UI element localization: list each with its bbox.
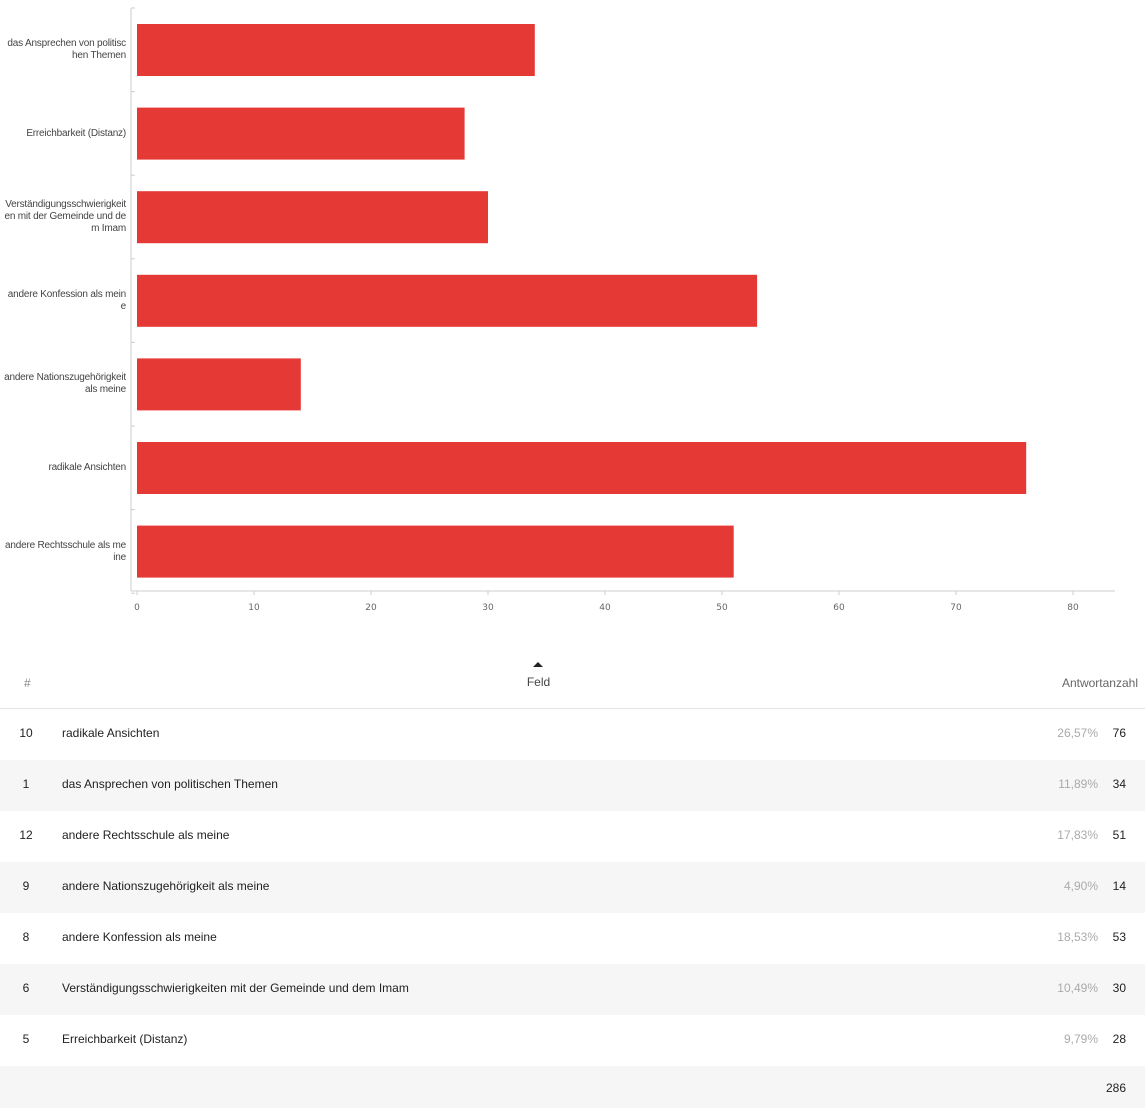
bar-5[interactable] [137,442,1027,494]
total-count: 286 [1105,1081,1126,1095]
category-label: radikale Ansichten [48,462,126,473]
row-count: 34 [1112,777,1126,791]
bar-2[interactable] [137,191,488,244]
row-id: 8 [22,930,30,944]
row-field: das Ansprechen von politischen Themen [62,777,278,791]
results-table: # Feld Antwortanzahl 10 radikale Ansichte… [0,655,1145,1108]
category-label: andere Rechtsschule als meine [5,539,126,563]
table-row: 6 Verständigungsschwierigkeiten mit der G… [0,964,1145,1015]
row-percent: 4,90% [1063,879,1098,893]
total-row: 286 [0,1066,1145,1108]
x-tick-label: 20 [365,603,377,613]
row-field: andere Konfession als meine [62,930,217,944]
bar-1[interactable] [137,107,465,160]
row-percent: 18,53% [1057,930,1098,944]
bar-chart: 0 10 20 30 40 50 60 70 80 das Ansprechen von pol… [0,0,1145,630]
row-id: 10 [19,726,33,740]
table-row: 5 Erreichbarkeit (Distanz) 9,79% 28 [0,1015,1145,1066]
bar-6[interactable] [137,525,734,578]
x-tick-label: 10 [248,603,260,613]
table-row: 12 andere Rechtsschule als meine 17,83% 51 [0,811,1145,862]
x-tick-label: 40 [599,603,611,613]
table-row: 8 andere Konfession als meine 18,53% 53 [0,913,1145,964]
table-row: 9 andere Nationszugehörigkeit als meine 4,… [0,862,1145,913]
bar-4[interactable] [137,358,301,411]
row-percent: 11,89% [1058,777,1098,791]
row-field: Erreichbarkeit (Distanz) [62,1032,188,1046]
category-label: andere Nationszugehörigkeit als meine [4,372,126,396]
row-count: 30 [1112,981,1126,995]
row-id: 1 [22,777,30,791]
table-row: 1 das Ansprechen von politischen Themen 11… [0,760,1145,811]
row-count: 28 [1112,1032,1126,1046]
category-label: Erreichbarkeit (Distanz) [26,127,126,139]
row-percent: 17,83% [1057,828,1098,842]
row-field: andere Rechtsschule als meine [62,828,230,842]
row-percent: 9,79% [1063,1032,1098,1046]
bar-3[interactable] [137,274,758,327]
row-count: 14 [1112,879,1126,893]
row-field: andere Nationszugehörigkeit als meine [62,879,270,893]
category-label: das Ansprechen von politischen Themen [7,38,126,61]
category-label: Verständigungsschwierigkeiten mit der Ge… [4,199,126,235]
header-field[interactable]: Feld [0,675,1077,689]
row-id: 9 [22,879,30,893]
x-tick-label: 60 [833,603,845,613]
row-id: 12 [19,828,33,842]
row-count: 53 [1112,930,1126,944]
row-id: 6 [22,981,30,995]
x-tick-label: 80 [1067,603,1079,613]
row-count: 51 [1112,828,1126,842]
x-tick-label: 50 [716,603,728,613]
row-field: radikale Ansichten [62,726,160,740]
x-tick-label: 70 [950,603,962,613]
x-tick-label: 30 [482,603,494,613]
row-percent: 26,57% [1057,726,1098,740]
bar-chart-svg: 0 10 20 30 40 50 60 70 80 [130,7,1115,613]
category-label: andere Konfession als meine [7,288,126,312]
table-row: 10 radikale Ansichten 26,57% 76 [0,709,1145,760]
row-count: 76 [1112,726,1126,740]
row-percent: 10,49% [1057,981,1098,995]
sort-ascending-icon[interactable] [533,662,543,667]
bar-0[interactable] [137,24,535,76]
header-count[interactable]: Antwortanzahl [1062,676,1138,690]
table-header: # Feld Antwortanzahl [0,655,1145,709]
row-id: 5 [22,1032,30,1046]
row-field: Verständigungsschwierigkeiten mit der Ge… [62,981,409,995]
x-tick-label: 0 [134,603,140,613]
